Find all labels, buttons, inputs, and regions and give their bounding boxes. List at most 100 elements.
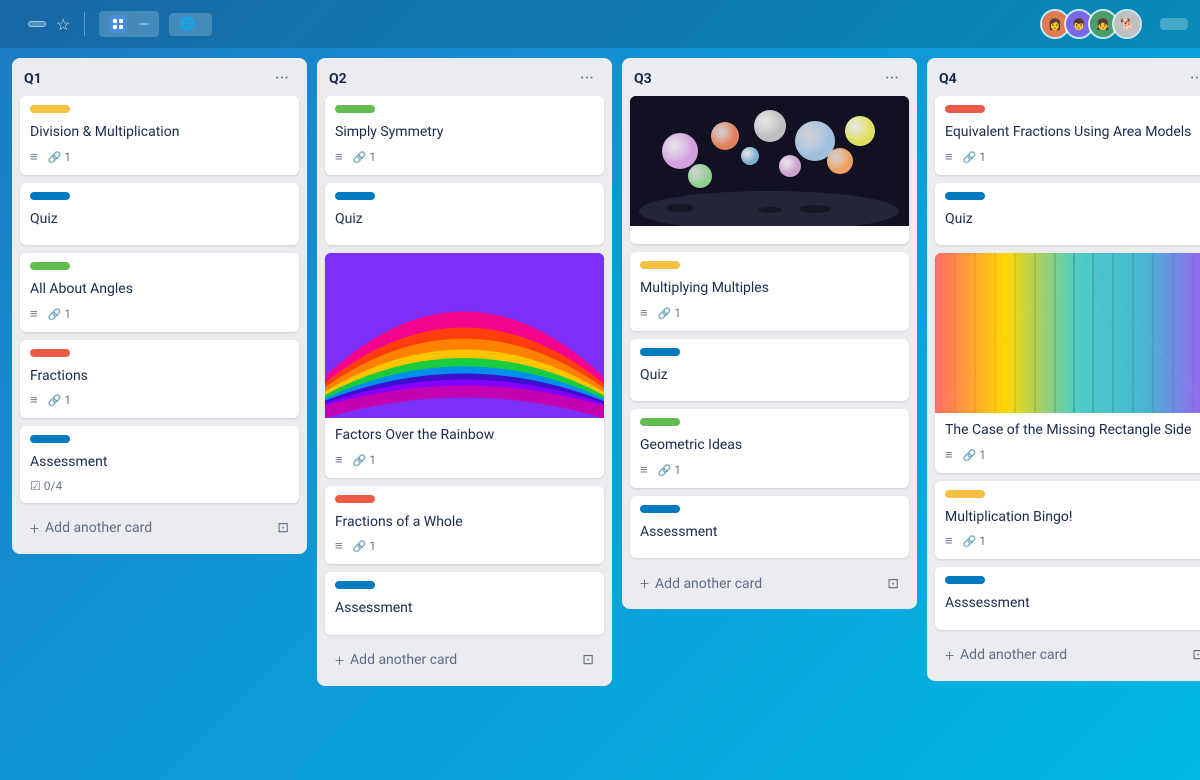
add-card-button[interactable]: +Add another card⊡ [20,511,299,546]
card-body: Division & Multiplication 1 [20,96,299,175]
card-title: The Case of the Missing Rectangle Side [945,421,1200,441]
card[interactable] [630,96,909,244]
card-label [945,576,985,584]
add-card-button[interactable]: +Add another card⊡ [630,566,909,601]
cards-container: Simply Symmetry 1 Quiz Factors Over the R… [317,96,612,643]
card[interactable]: Multiplication Bingo! 1 [935,481,1200,560]
column-menu-button[interactable]: ··· [1184,68,1200,90]
attachment-icon [963,534,977,548]
card-body: Fractions of a Whole 1 [325,486,604,565]
invite-button[interactable] [1160,18,1188,30]
card[interactable]: Asssessment [935,567,1200,630]
card[interactable]: Division & Multiplication 1 [20,96,299,175]
archive-icon[interactable]: ⊡ [277,520,289,536]
card-label [335,192,375,200]
card-label [30,262,70,270]
app-header: ☆ 🌐 👩 👦 👧 🐕 [0,0,1200,48]
attachment-icon [658,306,672,320]
attachment-count: 1 [353,453,376,467]
card-title: Fractions [30,367,289,387]
card-label [640,261,680,269]
card-body: Assessment 0/4 [20,426,299,503]
star-icon[interactable]: ☆ [56,15,70,34]
card[interactable]: Assessment 0/4 [20,426,299,503]
attachment-icon [963,448,977,462]
card[interactable]: Quiz [935,183,1200,246]
visibility-button[interactable]: 🌐 [169,13,211,36]
card-title: Asssessment [945,594,1200,614]
add-card-button[interactable]: +Add another card⊡ [325,643,604,678]
card[interactable]: All About Angles 1 [20,253,299,332]
plus-icon: + [945,646,954,665]
attachment-count: 1 [48,307,71,321]
card-title: Multiplying Multiples [640,279,899,299]
card-body: Quiz [630,339,909,402]
card-label [335,581,375,589]
attachment-icon [48,307,62,321]
card[interactable]: Fractions of a Whole 1 [325,486,604,565]
description-icon [30,149,38,165]
card-body: Geometric Ideas 1 [630,409,909,488]
card-label [945,192,985,200]
column-title: Q4 [939,71,957,87]
card-label [335,495,375,503]
column-menu-button[interactable]: ··· [879,68,905,90]
archive-icon[interactable]: ⊡ [582,652,594,668]
column-q4: Q4 ··· Equivalent Fractions Using Area Mod… [927,58,1200,681]
description-icon [30,306,38,322]
column-q3: Q3··· Multiplying Multiples 1QuizGeometr [622,58,917,609]
template-badge [28,21,46,27]
card-body: Quiz [325,183,604,246]
card[interactable]: Assessment [630,496,909,559]
card-body: Multiplying Multiples 1 [630,252,909,331]
card-title: Quiz [30,210,289,230]
card[interactable]: Geometric Ideas 1 [630,409,909,488]
card-body: Quiz [935,183,1200,246]
attachment-count: 1 [658,463,681,477]
card[interactable]: Quiz [20,183,299,246]
card-meta: 1 [945,447,1200,463]
card-title: Quiz [335,210,594,230]
workspace-badge [139,23,149,25]
add-card-label: Add another card [960,647,1067,663]
card[interactable]: Simply Symmetry 1 [325,96,604,175]
card-label [30,105,70,113]
column-title: Q2 [329,71,347,87]
card-title: Quiz [640,366,899,386]
card-body: The Case of the Missing Rectangle Side 1 [935,413,1200,473]
add-card-button[interactable]: + Add another card ⊡ [935,638,1200,673]
card[interactable]: Equivalent Fractions Using Area Models 1 [935,96,1200,175]
description-icon [335,452,343,468]
avatar[interactable]: 🐕 [1112,9,1142,39]
cards-container: Multiplying Multiples 1 Quiz Geometric Ide… [622,96,917,566]
description-icon [30,392,38,408]
card-body: Fractions 1 [20,340,299,419]
card-label [30,435,70,443]
card-meta: 1 [335,538,594,554]
card[interactable]: Fractions 1 [20,340,299,419]
attachment-count: 1 [963,534,986,548]
card-meta: 0/4 [30,479,289,493]
attachment-count: 1 [963,448,986,462]
archive-icon[interactable]: ⊡ [887,576,899,592]
workspace-button[interactable] [99,11,159,37]
column-header: Q4 ··· [927,58,1200,96]
card-label [640,505,680,513]
card-image-rainbow [325,253,604,418]
card-title: Division & Multiplication [30,123,289,143]
card-body [630,226,909,244]
card-meta: 1 [335,149,594,165]
column-menu-button[interactable]: ··· [574,68,600,90]
card[interactable]: Multiplying Multiples 1 [630,252,909,331]
card[interactable]: Factors Over the Rainbow 1 [325,253,604,478]
archive-icon[interactable]: ⊡ [1192,647,1200,663]
card[interactable]: The Case of the Missing Rectangle Side 1 [935,253,1200,473]
card-meta: 1 [945,149,1200,165]
card[interactable]: Quiz [325,183,604,246]
card-title: Geometric Ideas [640,436,899,456]
checklist-count: 0/4 [30,479,62,493]
column-menu-button[interactable]: ··· [269,68,295,90]
card[interactable]: Quiz [630,339,909,402]
card-title: Fractions of a Whole [335,513,594,533]
card[interactable]: Assessment [325,572,604,635]
